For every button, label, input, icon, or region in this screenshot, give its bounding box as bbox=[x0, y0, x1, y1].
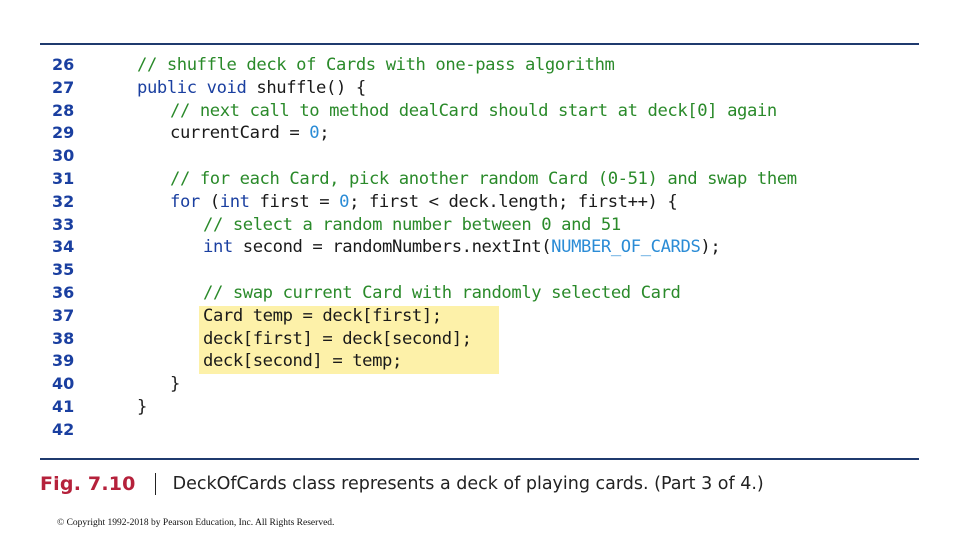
line-number: 33 bbox=[52, 214, 75, 234]
code-token-literal: 0 bbox=[339, 191, 350, 212]
code-text: currentCard = 0; bbox=[170, 122, 330, 145]
line-number: 28 bbox=[52, 100, 75, 120]
code-line: 39 deck[second] = temp; bbox=[0, 350, 960, 373]
code-line: 36 // swap current Card with randomly sel… bbox=[0, 282, 960, 305]
code-text: deck[first] = deck[second]; bbox=[203, 328, 472, 351]
code-line: 30 bbox=[0, 145, 960, 168]
code-token-plain: ; bbox=[319, 123, 330, 144]
code-token-plain: shuffle() { bbox=[256, 77, 366, 98]
line-number: 31 bbox=[52, 168, 75, 188]
line-number: 41 bbox=[52, 396, 75, 416]
line-number: 29 bbox=[52, 123, 75, 143]
code-token-plain: } bbox=[170, 374, 180, 395]
code-token-comment: // next call to method dealCard should s… bbox=[170, 100, 777, 121]
line-number: 38 bbox=[52, 328, 75, 348]
code-token-keyword: public void bbox=[137, 77, 257, 98]
code-text: public void shuffle() { bbox=[137, 77, 366, 100]
code-line: 31 // for each Card, pick another random … bbox=[0, 168, 960, 191]
line-number: 42 bbox=[52, 419, 75, 439]
code-token-comment: // swap current Card with randomly selec… bbox=[203, 282, 681, 303]
line-number: 30 bbox=[52, 146, 75, 166]
code-text: Card temp = deck[first]; bbox=[203, 305, 442, 328]
code-token-plain: ( bbox=[199, 191, 220, 212]
code-text: // select a random number between 0 and … bbox=[203, 214, 621, 237]
code-token-plain: } bbox=[137, 396, 147, 417]
code-line: 33 // select a random number between 0 an… bbox=[0, 214, 960, 237]
code-token-comment: // for each Card, pick another random Ca… bbox=[170, 168, 797, 189]
line-number: 32 bbox=[52, 191, 75, 211]
code-line: 32 for (int first = 0; first < deck.lengt… bbox=[0, 191, 960, 214]
line-number: 40 bbox=[52, 374, 75, 394]
code-line: 34 int second = randomNumbers.nextInt(NUM… bbox=[0, 236, 960, 259]
code-token-keyword: for bbox=[170, 191, 200, 212]
code-line: 28 // next call to method dealCard should… bbox=[0, 100, 960, 123]
line-number: 39 bbox=[52, 351, 75, 371]
code-token-plain: ); bbox=[700, 237, 721, 258]
code-token-plain: ; first < deck.length; first++) { bbox=[349, 191, 678, 212]
code-text: deck[second] = temp; bbox=[203, 350, 402, 373]
code-line: 29 currentCard = 0; bbox=[0, 122, 960, 145]
line-number: 34 bbox=[52, 237, 75, 257]
caption-text: DeckOfCards class represents a deck of p… bbox=[173, 474, 764, 494]
code-token-comment: // select a random number between 0 and … bbox=[203, 214, 621, 235]
code-line: 40} bbox=[0, 373, 960, 396]
code-text: // shuffle deck of Cards with one-pass a… bbox=[137, 54, 615, 77]
caption-description: class represents a deck of playing cards… bbox=[286, 474, 764, 494]
code-token-keyword: int bbox=[219, 191, 250, 212]
line-number: 35 bbox=[52, 260, 75, 280]
code-text: // for each Card, pick another random Ca… bbox=[170, 168, 797, 191]
figure-caption: Fig. 7.10 DeckOfCards class represents a… bbox=[40, 470, 764, 498]
code-listing: 26 // shuffle deck of Cards with one-pass… bbox=[0, 54, 960, 442]
code-text: for (int first = 0; first < deck.length;… bbox=[170, 191, 678, 214]
code-token-plain: deck[first] = deck[second]; bbox=[203, 328, 472, 349]
top-rule bbox=[40, 43, 919, 45]
code-line: 26 // shuffle deck of Cards with one-pass… bbox=[0, 54, 960, 77]
code-line: 27 public void shuffle() { bbox=[0, 77, 960, 100]
copyright-notice: © Copyright 1992-2018 by Pearson Educati… bbox=[57, 518, 335, 528]
code-token-literal: 0 bbox=[309, 123, 320, 144]
figure-label: Fig. 7.10 bbox=[40, 473, 136, 495]
code-token-keyword: int bbox=[203, 237, 233, 258]
code-text: int second = randomNumbers.nextInt(NUMBE… bbox=[203, 236, 721, 259]
code-token-plain: first = bbox=[249, 191, 340, 212]
code-token-plain: deck[second] = temp; bbox=[203, 351, 402, 372]
code-text: } bbox=[170, 373, 180, 396]
code-line: 38 deck[first] = deck[second]; bbox=[0, 328, 960, 351]
code-line: 42 bbox=[0, 419, 960, 442]
caption-separator bbox=[154, 473, 156, 495]
line-number: 27 bbox=[52, 77, 75, 97]
code-token-plain: Card temp = deck[first]; bbox=[203, 305, 442, 326]
line-number: 36 bbox=[52, 282, 75, 302]
code-token-comment: // shuffle deck of Cards with one-pass a… bbox=[137, 55, 615, 75]
code-text: // next call to method dealCard should s… bbox=[170, 100, 777, 123]
code-text: // swap current Card with randomly selec… bbox=[203, 282, 681, 305]
code-token-plain: currentCard = bbox=[170, 123, 310, 144]
code-text: } bbox=[137, 396, 147, 419]
code-line: 37 Card temp = deck[first]; bbox=[0, 305, 960, 328]
code-token-literal: NUMBER_OF_CARDS bbox=[551, 237, 701, 258]
caption-class-name: DeckOfCards bbox=[172, 474, 287, 494]
bottom-rule bbox=[40, 458, 919, 460]
line-number: 37 bbox=[52, 305, 75, 325]
code-line: 35 bbox=[0, 259, 960, 282]
line-number: 26 bbox=[52, 55, 75, 74]
code-line: 41} bbox=[0, 396, 960, 419]
code-token-plain: second = randomNumbers.nextInt( bbox=[232, 237, 552, 258]
